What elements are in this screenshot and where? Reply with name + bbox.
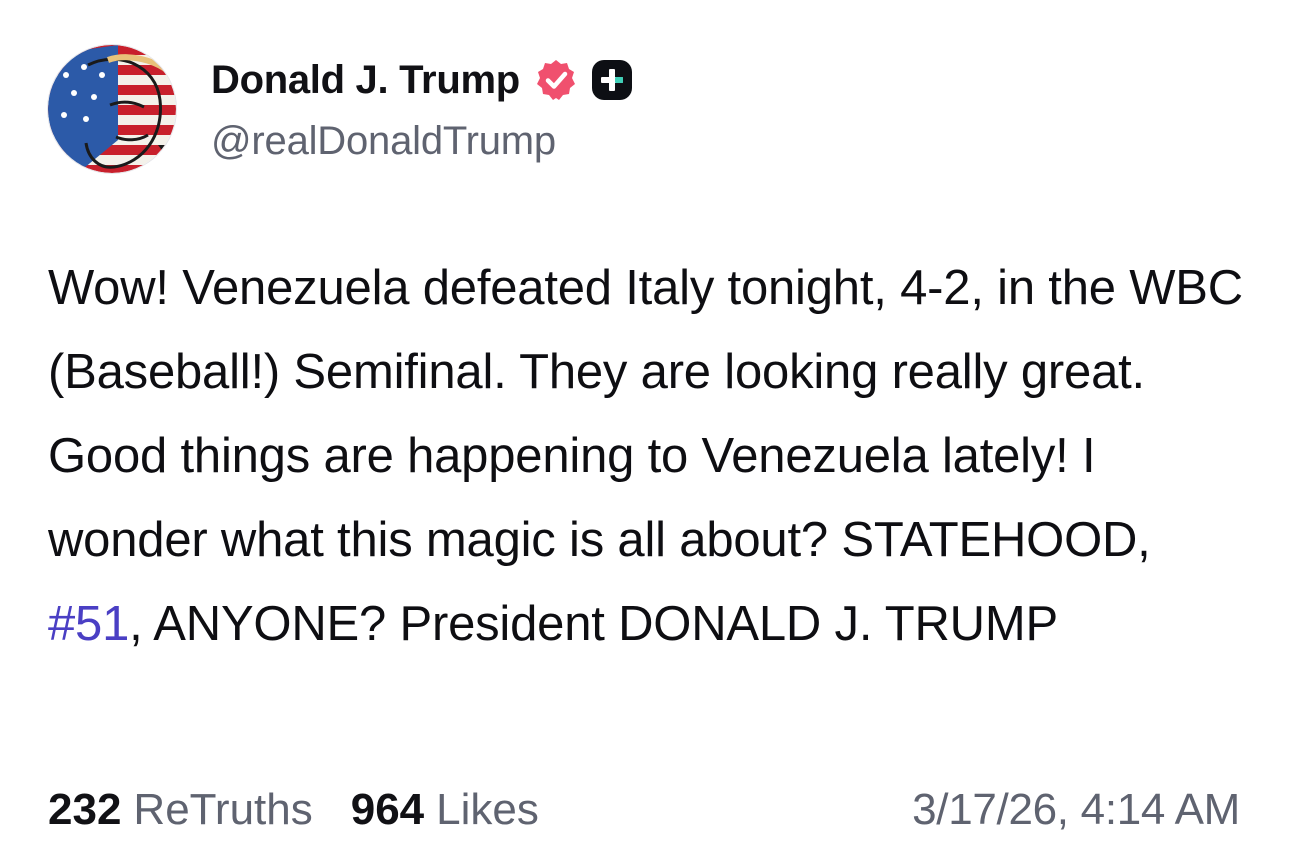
post-text-part-1: Wow! Venezuela defeated Italy tonight, 4…: [48, 261, 1243, 567]
avatar[interactable]: [48, 45, 176, 173]
post-timestamp[interactable]: 3/17/26, 4:14 AM: [912, 785, 1240, 835]
display-name[interactable]: Donald J. Trump: [211, 58, 520, 103]
likes-label: Likes: [436, 785, 539, 834]
retruths-count: 232: [48, 785, 122, 834]
name-row: Donald J. Trump: [211, 57, 634, 103]
verified-badge-icon: [534, 58, 578, 102]
likes-count: 964: [350, 785, 425, 834]
hashtag-link[interactable]: #51: [48, 597, 129, 651]
flag-portrait-avatar-icon: [48, 45, 176, 173]
retruths-label: ReTruths: [133, 785, 313, 834]
post-stats: 232 ReTruths 964 Likes 3/17/26, 4:14 AM: [48, 778, 1240, 842]
likes-stat[interactable]: 964 Likes: [351, 785, 539, 835]
truth-plus-icon: [590, 58, 634, 102]
user-handle[interactable]: @realDonaldTrump: [211, 119, 634, 164]
post-text-part-2: , ANYONE? President DONALD J. TRUMP: [129, 597, 1058, 651]
post-body: Wow! Venezuela defeated Italy tonight, 4…: [48, 246, 1248, 666]
retruths-stat[interactable]: 232 ReTruths: [48, 785, 313, 835]
post-header: Donald J. Trump @realDonaldTrump: [48, 45, 634, 173]
author-info: Donald J. Trump @realDonaldTrump: [211, 57, 634, 164]
